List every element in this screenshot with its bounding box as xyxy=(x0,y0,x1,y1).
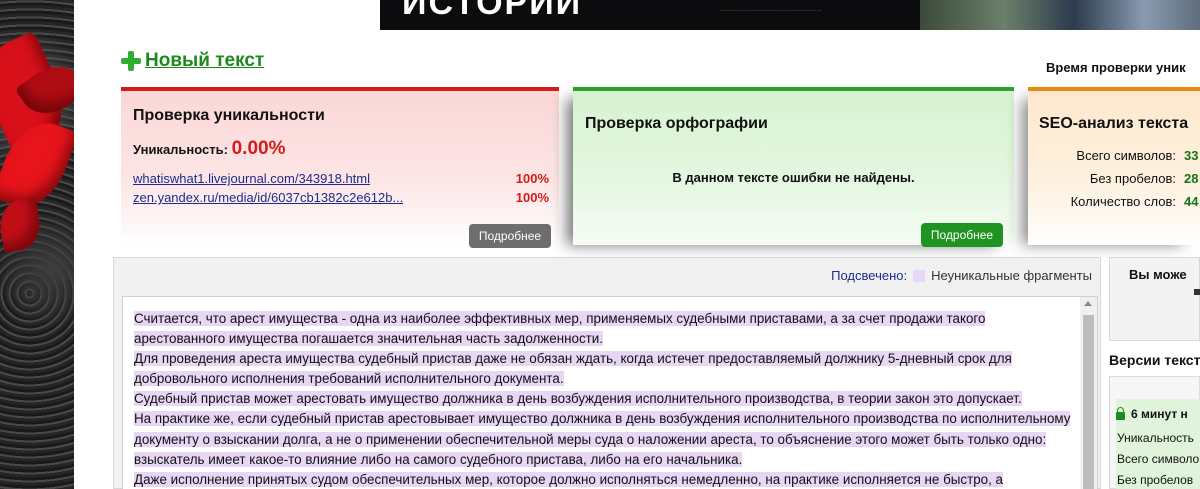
source-percent: 100% xyxy=(515,190,549,205)
non-unique-fragment: Судебный пристав может арестовать имущес… xyxy=(134,391,1022,407)
new-text-link[interactable]: Новый текст xyxy=(121,50,264,72)
spelling-card: Проверка орфографии В данном тексте ошиб… xyxy=(573,87,1014,247)
non-unique-fragment: Считается, что арест имущества - одна из… xyxy=(134,311,986,347)
non-unique-fragment: Для проведения ареста имущества судебный… xyxy=(134,351,1012,387)
sidebar-info-box: Вы може xyxy=(1109,257,1200,341)
spelling-details-button[interactable]: Подробнее xyxy=(921,223,1003,247)
checked-text-area[interactable]: Считается, что арест имущества - одна из… xyxy=(122,296,1098,489)
seo-label: Количество слов: xyxy=(1070,194,1176,209)
bullet-icon xyxy=(1194,289,1200,295)
seo-card: SEO-анализ текста Всего символов: 33 Без… xyxy=(1028,87,1200,245)
source-row: whatiswhat1.livejournal.com/343918.html … xyxy=(133,171,549,186)
highlight-legend: Подсвечено: Неуникальные фрагменты xyxy=(831,268,1092,283)
versions-title: Версии текст xyxy=(1109,352,1200,368)
text-paragraph: Даже исполнение принятых судом обеспечит… xyxy=(134,470,1074,489)
uniqueness-label: Уникальность: xyxy=(133,142,228,157)
legend-text: Неуникальные фрагменты xyxy=(931,268,1092,283)
seo-value: 44 xyxy=(1184,194,1199,209)
spelling-title: Проверка орфографии xyxy=(585,115,768,132)
source-link[interactable]: whatiswhat1.livejournal.com/343918.html xyxy=(133,171,370,186)
uniqueness-line: Уникальность: 0.00% xyxy=(133,138,285,160)
lock-icon xyxy=(1116,406,1125,420)
version-header: 6 минут н xyxy=(1116,406,1188,421)
scroll-up-arrow-icon[interactable] xyxy=(1084,301,1092,306)
banner-image xyxy=(920,0,1200,30)
seo-value: 33 xyxy=(1184,148,1199,163)
top-banner-ad[interactable]: ИСТОРИЙ ································… xyxy=(380,0,920,30)
background-photo xyxy=(0,0,74,489)
seo-label: Всего символов: xyxy=(1076,148,1176,163)
source-row: zen.yandex.ru/media/id/6037cb1382c2e612b… xyxy=(133,190,549,205)
vertical-scrollbar[interactable] xyxy=(1080,297,1097,489)
seo-label: Без пробелов: xyxy=(1089,171,1176,186)
source-link[interactable]: zen.yandex.ru/media/id/6037cb1382c2e612b… xyxy=(133,190,403,205)
text-paragraph: Считается, что арест имущества - одна из… xyxy=(134,309,1074,349)
version-card[interactable]: 6 минут н Уникальность Всего символо Без… xyxy=(1109,376,1200,489)
banner-title: ИСТОРИЙ xyxy=(402,0,583,22)
banner-fine-print: ········································… xyxy=(720,8,822,14)
scroll-thumb[interactable] xyxy=(1083,315,1094,489)
uniqueness-value: 0.00% xyxy=(231,138,286,159)
non-unique-fragment: На практике же, если судебный пристав ар… xyxy=(134,411,1071,467)
red-leaf-image xyxy=(0,196,45,254)
version-row: Без пробелов xyxy=(1117,473,1194,487)
seo-value: 28 xyxy=(1184,171,1199,186)
seo-title: SEO-анализ текста xyxy=(1039,115,1189,132)
check-time-label: Время проверки уник xyxy=(1046,60,1186,75)
non-unique-fragment: Даже исполнение принятых судом обеспечит… xyxy=(134,471,1004,487)
checked-text-panel: Подсвечено: Неуникальные фрагменты Счита… xyxy=(113,257,1101,489)
legend-swatch xyxy=(913,269,926,282)
plus-icon xyxy=(121,51,141,71)
text-paragraph: Для проведения ареста имущества судебный… xyxy=(134,349,1074,389)
uniqueness-card: Проверка уникальности Уникальность: 0.00… xyxy=(121,87,559,248)
uniqueness-title: Проверка уникальности xyxy=(133,107,325,124)
text-paragraph: На практике же, если судебный пристав ар… xyxy=(134,409,1074,469)
source-percent: 100% xyxy=(515,171,549,186)
legend-label: Подсвечено: xyxy=(831,268,908,283)
version-time: 6 минут н xyxy=(1131,407,1188,421)
sidebar-box-title: Вы може xyxy=(1129,267,1187,282)
version-row: Уникальность xyxy=(1117,431,1194,445)
version-row: Всего символо xyxy=(1117,452,1200,466)
uniqueness-details-button[interactable]: Подробнее xyxy=(469,224,551,248)
new-text-label[interactable]: Новый текст xyxy=(145,50,264,72)
text-paragraph: Судебный пристав может арестовать имущес… xyxy=(134,389,1074,409)
checked-text: Считается, что арест имущества - одна из… xyxy=(134,309,1074,489)
spelling-message: В данном тексте ошибки не найдены. xyxy=(672,170,915,185)
